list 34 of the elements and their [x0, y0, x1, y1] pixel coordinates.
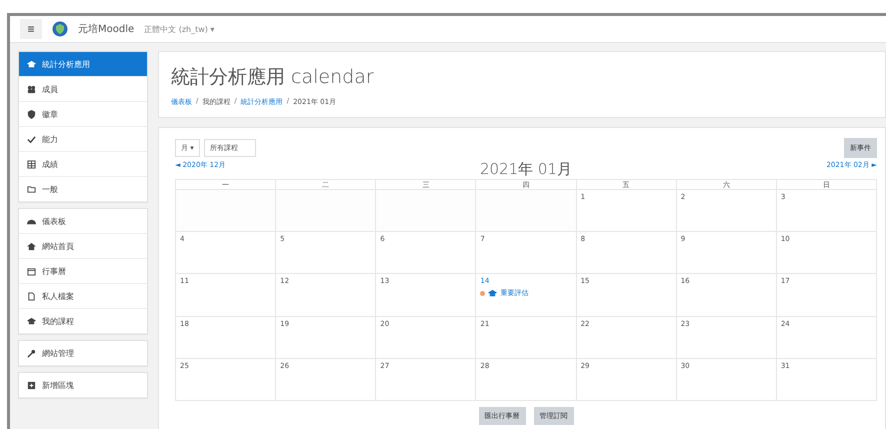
sidebar-label: 行事曆 [42, 266, 66, 276]
sidebar-label: 網站管理 [42, 348, 74, 358]
sidebar-label: 能力 [42, 134, 58, 144]
month-title: 2021年 01月 [480, 160, 572, 179]
sidebar-item[interactable]: 統計分析應用 [19, 52, 147, 77]
file-icon [27, 292, 36, 300]
users-icon [27, 84, 36, 94]
menu-button[interactable]: ≡ [20, 19, 42, 39]
calendar-icon [27, 266, 36, 276]
graduation-cap-icon [488, 288, 498, 298]
sidebar-label: 新增區塊 [42, 380, 74, 390]
sidebar-label: 儀表板 [42, 216, 66, 226]
logo-icon [52, 21, 68, 37]
checkmark-icon [27, 134, 36, 144]
sidebar-label: 成績 [42, 158, 58, 170]
sidebar-label: 私人檔案 [42, 290, 74, 302]
wrench-icon [27, 348, 36, 358]
language-menu[interactable]: 正體中文 (zh_tw) ▾ [144, 24, 214, 34]
plus-square-icon [27, 380, 36, 390]
graduation-cap-icon [27, 60, 36, 68]
sidebar-label: 一般 [42, 184, 58, 194]
sidebar-label: 徽章 [42, 108, 58, 120]
shield-icon [27, 110, 36, 118]
gauge-icon [27, 216, 36, 226]
sidebar-label: 統計分析應用 [42, 58, 90, 70]
page-title: 統計分析應用 calendar [171, 65, 375, 90]
graduation-cap-icon [27, 316, 36, 326]
table-icon [27, 160, 36, 168]
site-name[interactable]: 元培Moodle [78, 22, 134, 36]
sidebar-label: 成員 [42, 84, 58, 94]
folder-icon [27, 184, 36, 194]
home-icon [27, 242, 36, 250]
sidebar-label: 我的課程 [42, 316, 74, 326]
sidebar-label: 網站首頁 [42, 240, 74, 252]
